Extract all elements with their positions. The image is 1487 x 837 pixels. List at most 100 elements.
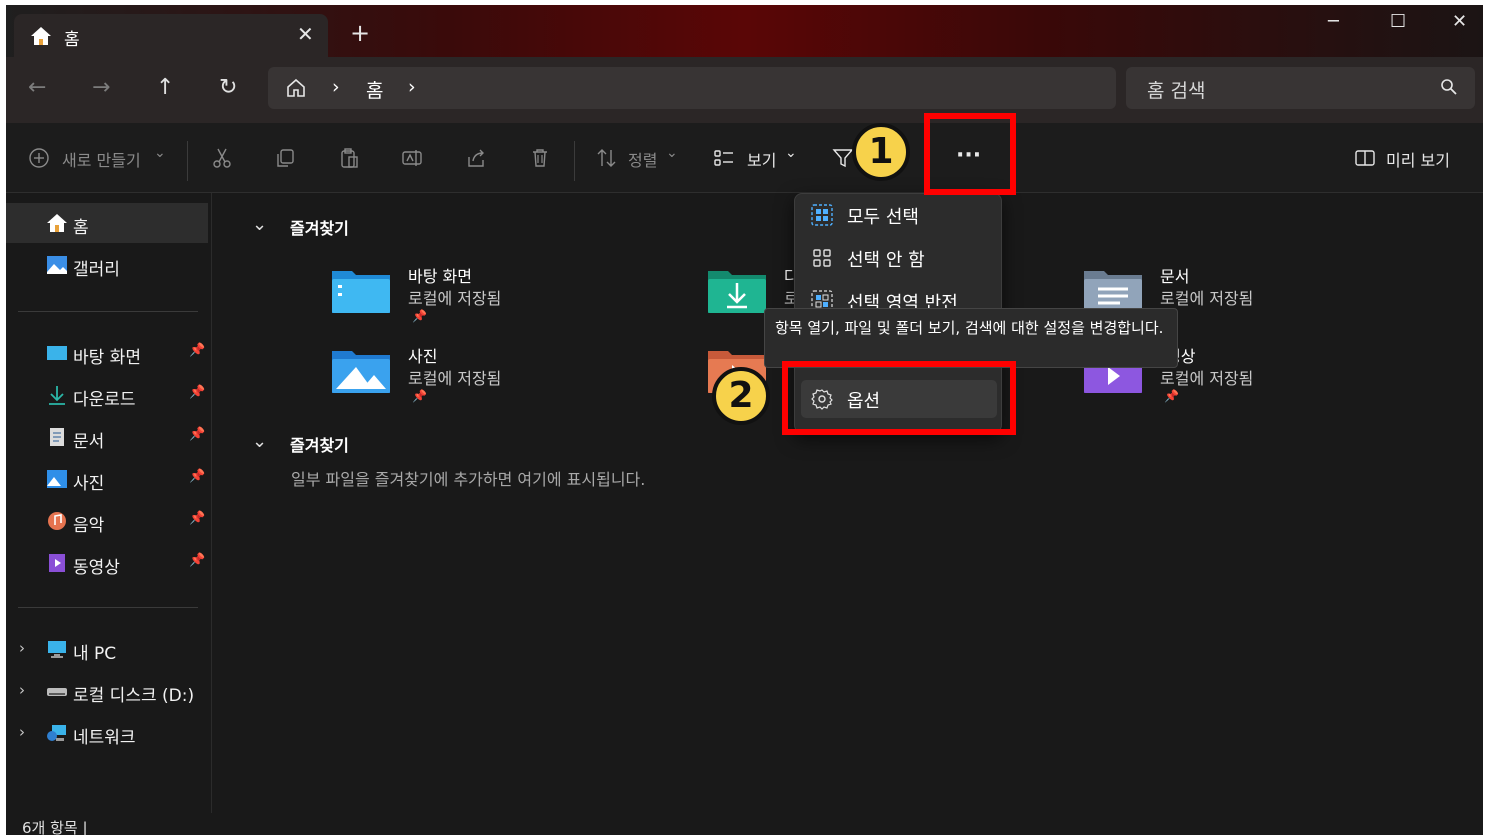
sidebar-item-music[interactable]: 음악 📌 [6, 501, 208, 541]
navigation-pane: 홈 갤러리 바탕 화면 📌 다운로드 📌 문서 📌 사진 📌 음악 📌 동영상 … [6, 193, 212, 813]
search-icon [1441, 79, 1457, 95]
search-box[interactable]: 홈 검색 [1126, 67, 1475, 109]
sidebar-item-documents[interactable]: 문서 📌 [6, 417, 208, 457]
navigation-bar: ← → ↑ ↻ › 홈 › 홈 검색 [6, 57, 1483, 123]
preview-button[interactable]: 미리 보기 [1386, 147, 1450, 171]
section-header-quick-access[interactable]: 즐겨찾기 [290, 215, 349, 239]
folder-tile-desktop[interactable]: 바탕 화면 로컬에 저장됨 📌 [332, 263, 692, 333]
share-icon[interactable] [465, 147, 487, 169]
copy-icon[interactable] [274, 147, 296, 169]
step-badge-1: 1 [852, 123, 910, 181]
address-bar[interactable]: › 홈 › [268, 67, 1116, 109]
menu-item-label: 선택 안 함 [847, 250, 925, 271]
step-badge-2: 2 [712, 367, 770, 425]
section-header-favorites[interactable]: 즐겨찾기 [290, 432, 349, 456]
pin-icon[interactable]: 📌 [189, 469, 205, 484]
tab-close-button[interactable]: ✕ [297, 22, 314, 46]
pin-icon[interactable]: 📌 [189, 511, 205, 526]
view-button[interactable]: 보기 [747, 147, 776, 171]
collapse-quick-access-icon[interactable]: ⌄ [252, 214, 267, 235]
pin-icon[interactable]: 📌 [189, 343, 205, 358]
rename-icon[interactable] [401, 147, 423, 169]
back-button[interactable]: ← [28, 75, 46, 100]
folder-tile-pictures[interactable]: 사진 로컬에 저장됨 📌 [332, 343, 692, 413]
menu-item-invert-selection[interactable]: 선택 영역 반전 [801, 282, 997, 308]
folder-name: 바탕 화면 [408, 267, 472, 286]
sidebar-item-downloads[interactable]: 다운로드 📌 [6, 375, 208, 415]
minimize-button[interactable]: ─ [1328, 11, 1339, 32]
sidebar-item-label: 동영상 [73, 558, 120, 578]
sidebar-item-network[interactable]: › 네트워크 [6, 713, 208, 753]
download-folder-icon [708, 271, 766, 313]
plus-circle-icon [29, 148, 49, 168]
up-button[interactable]: ↑ [156, 75, 174, 100]
sidebar-divider-2 [18, 607, 198, 608]
new-dropdown-caret[interactable]: ⌄ [154, 145, 166, 161]
maximize-button[interactable]: ☐ [1390, 11, 1406, 32]
pin-icon[interactable]: 📌 [189, 385, 205, 400]
sidebar-item-label: 내 PC [73, 644, 117, 664]
sidebar-item-label: 갤러리 [73, 260, 120, 280]
desktop-icon [47, 346, 67, 360]
invert-selection-icon [811, 290, 833, 308]
pin-icon[interactable]: 📌 [189, 427, 205, 442]
cut-icon[interactable] [211, 147, 233, 169]
pin-icon: 📌 [412, 389, 427, 403]
refresh-button[interactable]: ↻ [219, 75, 237, 100]
sidebar-item-label: 문서 [73, 432, 105, 452]
tab-home[interactable]: 홈 ✕ [14, 14, 328, 57]
preview-pane-icon [1355, 150, 1375, 166]
menu-item-label: 선택 영역 반전 [847, 293, 958, 308]
options-tooltip: 항목 열기, 파일 및 폴더 보기, 검색에 대한 설정을 변경합니다. [764, 308, 1178, 368]
item-count: 6개 항목 | [22, 819, 88, 835]
sidebar-item-label: 홈 [73, 218, 89, 238]
view-dropdown-caret[interactable]: ⌄ [785, 145, 797, 161]
sidebar-item-home[interactable]: 홈 [6, 203, 208, 243]
paste-icon[interactable] [338, 147, 360, 169]
select-all-icon [811, 204, 833, 226]
filter-icon[interactable] [832, 147, 854, 169]
document-icon [50, 428, 64, 446]
drive-icon [47, 688, 67, 696]
new-tab-button[interactable]: + [350, 19, 370, 47]
view-icon [714, 150, 733, 166]
music-icon [48, 512, 66, 530]
collapse-favorites-icon[interactable]: ⌄ [252, 431, 267, 452]
sidebar-item-label: 사진 [73, 474, 105, 494]
sidebar-item-label: 음악 [73, 516, 105, 536]
sidebar-item-videos[interactable]: 동영상 📌 [6, 543, 208, 583]
folder-status: 로컬에 저장됨 [1160, 369, 1254, 388]
chevron-right-icon[interactable]: › [19, 723, 25, 741]
search-input[interactable]: 홈 검색 [1147, 76, 1205, 103]
sidebar-item-gallery[interactable]: 갤러리 [6, 245, 208, 285]
sidebar-item-label: 로컬 디스크 (D:) [73, 686, 195, 706]
sort-dropdown-caret[interactable]: ⌄ [666, 145, 678, 161]
menu-item-select-all[interactable]: 모두 선택 [801, 196, 997, 234]
sidebar-item-desktop[interactable]: 바탕 화면 📌 [6, 333, 208, 373]
breadcrumb-separator-end[interactable]: › [408, 76, 416, 98]
menu-item-select-none[interactable]: 선택 안 함 [801, 239, 997, 277]
network-icon [47, 725, 66, 741]
chevron-right-icon[interactable]: › [19, 681, 25, 699]
pin-icon[interactable]: 📌 [189, 553, 205, 568]
pin-icon: 📌 [1164, 389, 1179, 403]
menu-item-label: 모두 선택 [847, 207, 919, 228]
sidebar-divider [18, 311, 198, 312]
home-icon [31, 27, 51, 45]
forward-button[interactable]: → [92, 75, 110, 100]
sort-button[interactable]: 정렬 [628, 147, 657, 171]
folder-name: 사진 [408, 347, 438, 366]
pin-icon: 📌 [412, 309, 427, 323]
sort-icon [597, 149, 616, 167]
chevron-right-icon[interactable]: › [19, 639, 25, 657]
breadcrumb-home[interactable]: 홈 [366, 76, 383, 103]
status-bar: 6개 항목 | [6, 815, 1483, 835]
sidebar-item-local-disk[interactable]: › 로컬 디스크 (D:) [6, 671, 208, 711]
sidebar-item-pictures[interactable]: 사진 📌 [6, 459, 208, 499]
delete-icon[interactable] [529, 147, 551, 169]
document-folder-icon [1084, 271, 1142, 313]
close-button[interactable]: ✕ [1452, 11, 1467, 32]
sidebar-item-label: 네트워크 [73, 728, 136, 748]
sidebar-item-this-pc[interactable]: › 내 PC [6, 629, 208, 669]
new-button[interactable]: 새로 만들기 [62, 147, 141, 171]
